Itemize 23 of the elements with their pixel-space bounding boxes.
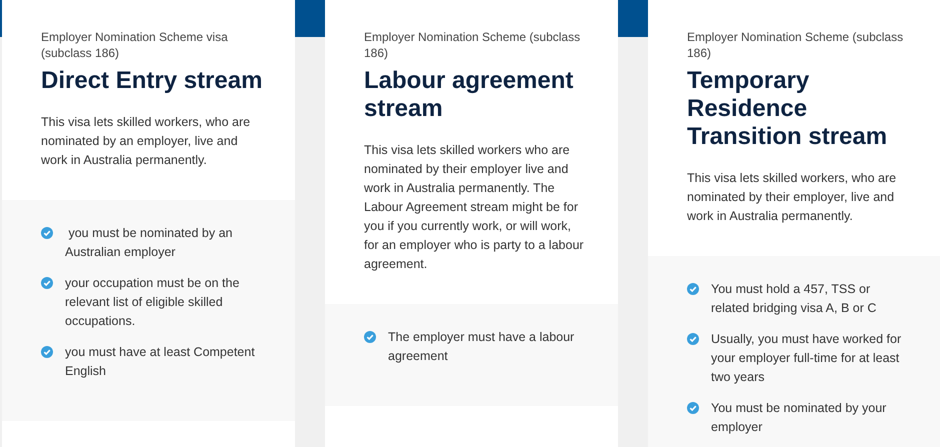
card-description: This visa lets skilled workers who are nominated by their employer live and work in Australia permanently. The Labour Agreement stream might be for you if you currently work, or will work, for an employer who is party to a labour agreement. bbox=[364, 142, 585, 273]
card-description: This visa lets skilled workers, who are nominated by their employer, live and work in Australia permanently. bbox=[687, 170, 898, 225]
card-title: Direct Entry stream bbox=[41, 67, 264, 95]
check-icon bbox=[687, 402, 699, 414]
check-icon bbox=[687, 283, 699, 295]
card-subtitle: Employer Nomination Scheme (subclass 186) bbox=[687, 29, 904, 61]
requirement-text: You must hold a 457, TSS or related bridging visa A, B or C bbox=[711, 281, 878, 317]
requirement-text: you must be nominated by an Australian employer bbox=[65, 225, 234, 261]
requirement-text: you must have at least Competent English bbox=[65, 344, 256, 380]
requirement-text: You must be nominated by your employer bbox=[711, 400, 888, 436]
card-subtitle: Employer Nomination Scheme (subclass 186) bbox=[364, 29, 582, 61]
card-description: This visa lets skilled workers, who are nominated by an employer, live and work in Australia permanently. bbox=[41, 114, 252, 169]
card-title: Temporary Residence Transition stream bbox=[687, 67, 888, 151]
requirement-text: The employer must have a labour agreement bbox=[388, 329, 576, 365]
card-subtitle: Employer Nomination Scheme visa (subclass 186) bbox=[41, 29, 229, 61]
card-title: Labour agreement stream bbox=[364, 67, 574, 123]
check-icon bbox=[41, 346, 53, 358]
check-icon bbox=[687, 333, 699, 345]
requirement-text: Usually, you must have worked for your employer full-time for at least two years bbox=[711, 331, 902, 386]
requirement-text: your occupation must be on the relevant list of eligible skilled occupations. bbox=[65, 275, 240, 330]
check-icon bbox=[364, 331, 376, 343]
check-icon bbox=[41, 277, 53, 289]
check-icon bbox=[41, 227, 53, 239]
